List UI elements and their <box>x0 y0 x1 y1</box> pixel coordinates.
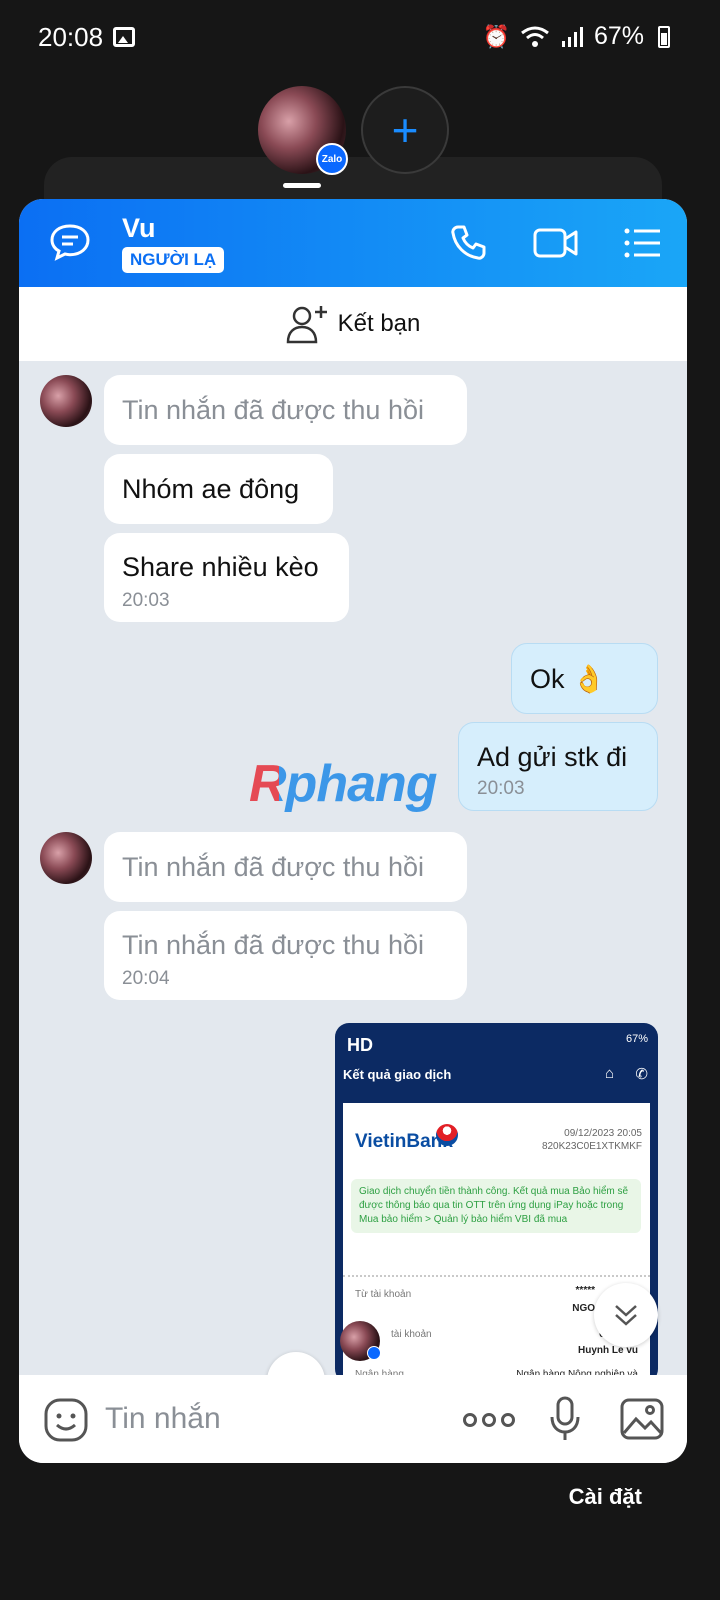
image-title: Kết quả giao dịch <box>343 1067 452 1082</box>
message-time: 20:03 <box>122 590 170 611</box>
message-list[interactable]: Tin nhắn đã được thu hồi Nhóm ae đông Sh… <box>19 361 687 1410</box>
add-friend-label: Kết bạn <box>337 310 421 337</box>
phone-icon: ✆ <box>635 1066 648 1083</box>
message-text: Ok 👌 <box>530 664 606 694</box>
receipt-divider <box>343 1275 650 1277</box>
message-bubble[interactable]: Nhóm ae đông <box>104 454 333 524</box>
chat-header: Vu NGƯỜI LẠ <box>19 199 687 287</box>
receipt-ref: 820K23C0E1XTKMKF <box>541 1141 642 1152</box>
message-text: Tin nhắn đã được thu hồi <box>122 395 424 425</box>
scroll-to-bottom-button[interactable] <box>594 1283 658 1347</box>
message-text: Tin nhắn đã được thu hồi <box>122 852 424 882</box>
my-message-bubble[interactable]: Ok 👌 <box>511 643 658 714</box>
image-status-battery: 67% <box>625 1033 648 1045</box>
stranger-badge: NGƯỜI LẠ <box>122 247 225 273</box>
from-account-name: NGO <box>572 1303 595 1314</box>
gallery-notification-icon <box>113 27 135 47</box>
status-time: 20:08 <box>38 22 104 52</box>
bank-logo-icon <box>436 1124 458 1146</box>
home-icon: ⌂ <box>604 1065 614 1082</box>
from-account-label: Từ tài khoản <box>355 1289 412 1300</box>
sticker-icon[interactable] <box>43 1397 89 1443</box>
phone-call-icon[interactable] <box>449 224 487 262</box>
message-bubble[interactable]: Share nhiều kèo 20:03 <box>104 533 349 622</box>
contact-name[interactable]: Vu <box>122 213 156 244</box>
more-options-icon[interactable] <box>463 1413 515 1427</box>
sender-avatar[interactable] <box>40 375 92 427</box>
settings-button[interactable]: Cài đặt <box>569 1484 642 1510</box>
double-chevron-down-icon <box>615 1305 637 1326</box>
battery-percent: 67% <box>593 22 644 50</box>
status-bar: 20:08 ⏰ 67% <box>0 0 720 75</box>
receipt-note: Giao dịch chuyển tiền thành công. Kết qu… <box>351 1179 641 1233</box>
receipt: VietinBank 09/12/2023 20:05 820K23C0E1XT… <box>343 1103 650 1383</box>
message-text: Nhóm ae đông <box>122 474 300 504</box>
message-time: 20:04 <box>122 968 170 989</box>
add-person-icon <box>286 306 327 344</box>
hd-badge: HD <box>347 1035 373 1055</box>
message-time: 20:03 <box>477 778 525 799</box>
bubble-indicator <box>283 183 321 188</box>
status-right: ⏰ 67% <box>483 22 670 51</box>
microphone-icon[interactable] <box>549 1395 581 1443</box>
message-input-bar: Tin nhắn <box>19 1375 687 1463</box>
add-bubble-button[interactable]: + <box>361 86 449 174</box>
chat-window: Vu NGƯỜI LẠ Kết bạn Tin nhắn đã được thu… <box>19 199 687 1463</box>
message-text: Tin nhắn đã được thu hồi <box>122 930 424 960</box>
watermark: Rphang <box>249 755 438 813</box>
alarm-icon: ⏰ <box>482 23 510 49</box>
to-account-label: tài khoản <box>391 1329 432 1340</box>
message-bubble[interactable]: Tin nhắn đã được thu hồi 20:04 <box>104 911 467 1000</box>
my-message-bubble[interactable]: Ad gửi stk đi 20:03 <box>458 722 658 811</box>
chat-icon[interactable] <box>49 223 91 261</box>
message-bubble[interactable]: Tin nhắn đã được thu hồi <box>104 832 467 902</box>
message-bubble[interactable]: Tin nhắn đã được thu hồi <box>104 375 467 445</box>
receipt-date: 09/12/2023 20:05 820K23C0E1XTKMKF <box>542 1127 642 1153</box>
message-input[interactable]: Tin nhắn <box>105 1402 221 1436</box>
video-call-icon[interactable] <box>532 224 580 262</box>
receipt-datetime: 09/12/2023 20:05 <box>564 1128 642 1139</box>
add-friend-button[interactable]: Kết bạn <box>19 287 687 361</box>
signal-icon <box>561 26 583 47</box>
from-account-value: ***** <box>575 1285 595 1296</box>
wifi-icon <box>521 26 549 47</box>
seen-zalo-badge <box>367 1346 381 1360</box>
battery-icon <box>658 25 670 48</box>
gallery-icon[interactable] <box>619 1397 665 1441</box>
menu-list-icon[interactable] <box>623 224 663 262</box>
sender-avatar[interactable] <box>40 832 92 884</box>
zalo-badge: Zalo <box>316 143 348 175</box>
